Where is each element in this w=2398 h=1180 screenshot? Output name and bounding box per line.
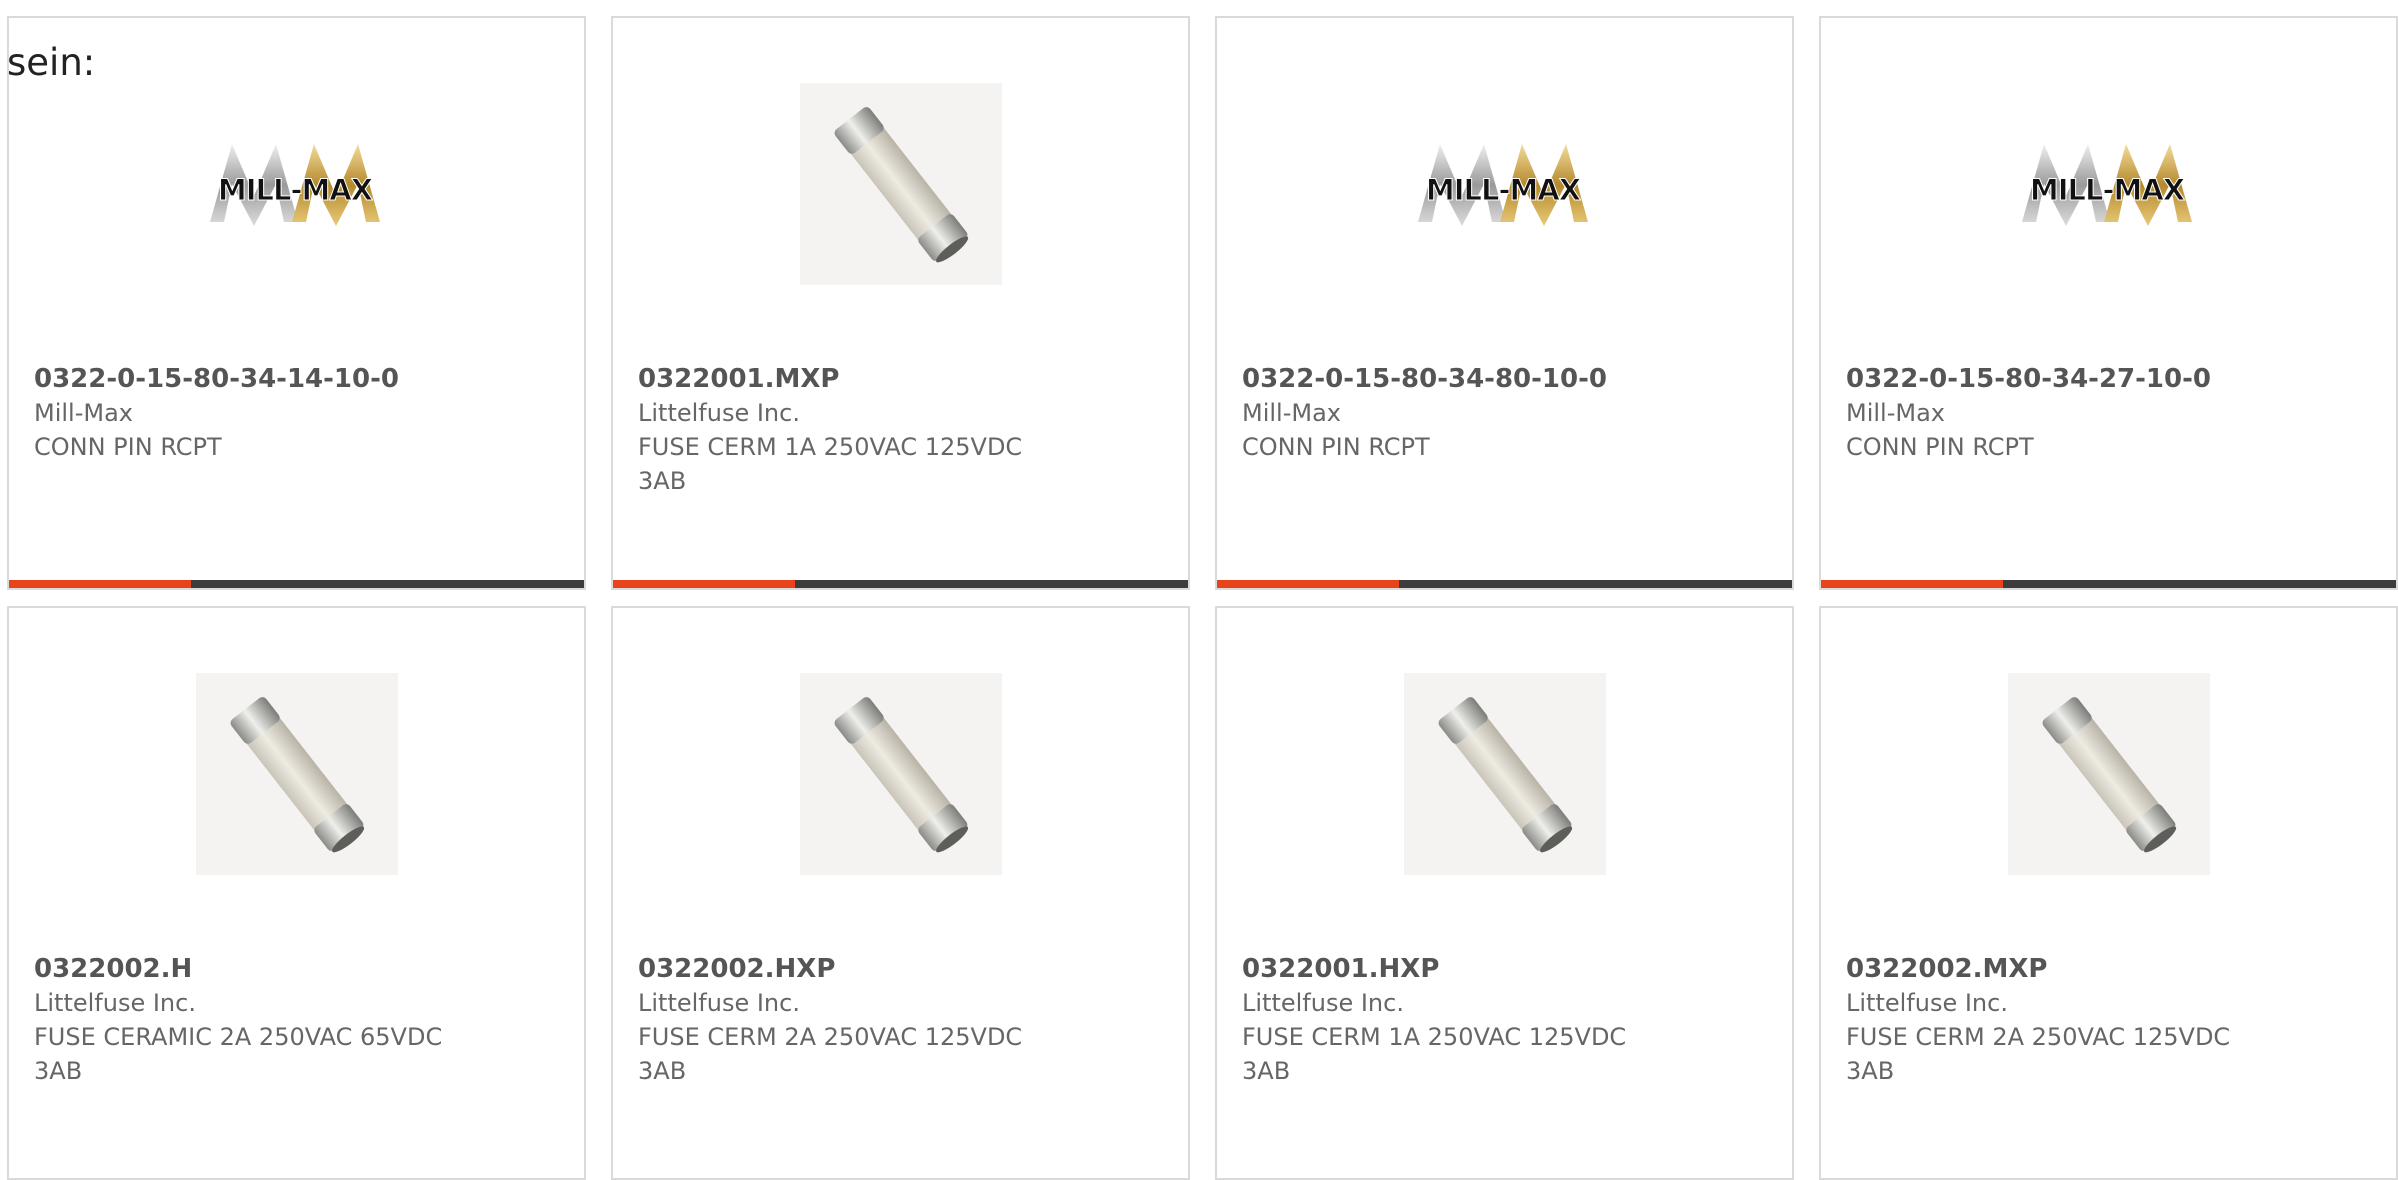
product-image[interactable]: MILL-MAX — [2008, 83, 2210, 285]
mill-max-logo: MILL-MAX — [210, 144, 380, 226]
manufacturer-name: Littelfuse Inc. — [638, 989, 800, 1017]
product-image[interactable] — [800, 673, 1002, 875]
mill-max-logo: MILL-MAX — [1418, 144, 1588, 226]
card-progress-bar — [613, 580, 1188, 588]
part-number[interactable]: 0322-0-15-80-34-27-10-0 — [1846, 362, 2211, 396]
manufacturer-name: Littelfuse Inc. — [1242, 989, 1404, 1017]
product-description: FUSE CERM 2A 250VAC 125VDC 3AB — [638, 1023, 1023, 1085]
card-progress-accent — [613, 580, 795, 588]
product-card[interactable]: 0322001.HXP Littelfuse Inc. FUSE CERM 1A… — [1215, 606, 1794, 1180]
ceramic-fuse-icon — [1438, 697, 1573, 853]
intro-text: sein: — [7, 41, 96, 84]
part-number[interactable]: 0322001.MXP — [638, 362, 840, 396]
product-card[interactable]: 0322002.MXP Littelfuse Inc. FUSE CERM 2A… — [1819, 606, 2398, 1180]
mill-max-logo: MILL-MAX — [2022, 144, 2192, 226]
product-card[interactable]: 0322001.MXP Littelfuse Inc. FUSE CERM 1A… — [611, 16, 1190, 590]
part-number[interactable]: 0322002.HXP — [638, 952, 835, 986]
part-number[interactable]: 0322002.MXP — [1846, 952, 2048, 986]
product-description: CONN PIN RCPT — [1846, 433, 2034, 461]
manufacturer-name: Mill-Max — [1846, 399, 1945, 427]
product-image[interactable] — [800, 83, 1002, 285]
card-progress-accent — [1821, 580, 2003, 588]
product-card[interactable]: MILL-MAX 0322-0-15-80-34-14-10-0 Mill-Ma… — [7, 16, 586, 590]
manufacturer-name: Littelfuse Inc. — [638, 399, 800, 427]
ceramic-fuse-icon — [834, 697, 969, 853]
product-image[interactable]: MILL-MAX — [1404, 83, 1606, 285]
product-card[interactable]: MILL-MAX 0322-0-15-80-34-27-10-0 Mill-Ma… — [1819, 16, 2398, 590]
manufacturer-name: Mill-Max — [1242, 399, 1341, 427]
card-progress-bar — [9, 580, 584, 588]
product-description: FUSE CERM 1A 250VAC 125VDC 3AB — [638, 433, 1023, 495]
product-image[interactable]: MILL-MAX — [196, 83, 398, 285]
product-image[interactable] — [1404, 673, 1606, 875]
card-progress-accent — [9, 580, 191, 588]
part-number[interactable]: 0322-0-15-80-34-80-10-0 — [1242, 362, 1607, 396]
product-card[interactable]: 0322002.HXP Littelfuse Inc. FUSE CERM 2A… — [611, 606, 1190, 1180]
ceramic-fuse-icon — [834, 107, 969, 263]
svg-text:MILL-MAX: MILL-MAX — [1426, 173, 1581, 207]
card-progress-accent — [1217, 580, 1399, 588]
product-description: FUSE CERAMIC 2A 250VAC 65VDC 3AB — [34, 1023, 443, 1085]
svg-text:MILL-MAX: MILL-MAX — [218, 173, 373, 207]
product-card[interactable]: MILL-MAX 0322-0-15-80-34-80-10-0 Mill-Ma… — [1215, 16, 1794, 590]
ceramic-fuse-icon — [2042, 697, 2177, 853]
product-description: CONN PIN RCPT — [34, 433, 222, 461]
card-progress-bar — [1217, 580, 1792, 588]
svg-text:MILL-MAX: MILL-MAX — [2030, 173, 2185, 207]
product-description: FUSE CERM 2A 250VAC 125VDC 3AB — [1846, 1023, 2231, 1085]
ceramic-fuse-icon — [230, 697, 365, 853]
part-number[interactable]: 0322001.HXP — [1242, 952, 1439, 986]
product-description: FUSE CERM 1A 250VAC 125VDC 3AB — [1242, 1023, 1627, 1085]
manufacturer-name: Mill-Max — [34, 399, 133, 427]
manufacturer-name: Littelfuse Inc. — [1846, 989, 2008, 1017]
part-number[interactable]: 0322-0-15-80-34-14-10-0 — [34, 362, 399, 396]
part-number[interactable]: 0322002.H — [34, 952, 192, 986]
product-grid: MILL-MAX 0322-0-15-80-34-14-10-0 Mill-Ma… — [7, 16, 2398, 1180]
product-image[interactable] — [2008, 673, 2210, 875]
card-progress-bar — [1821, 580, 2396, 588]
product-description: CONN PIN RCPT — [1242, 433, 1430, 461]
product-card[interactable]: 0322002.H Littelfuse Inc. FUSE CERAMIC 2… — [7, 606, 586, 1180]
manufacturer-name: Littelfuse Inc. — [34, 989, 196, 1017]
product-image[interactable] — [196, 673, 398, 875]
